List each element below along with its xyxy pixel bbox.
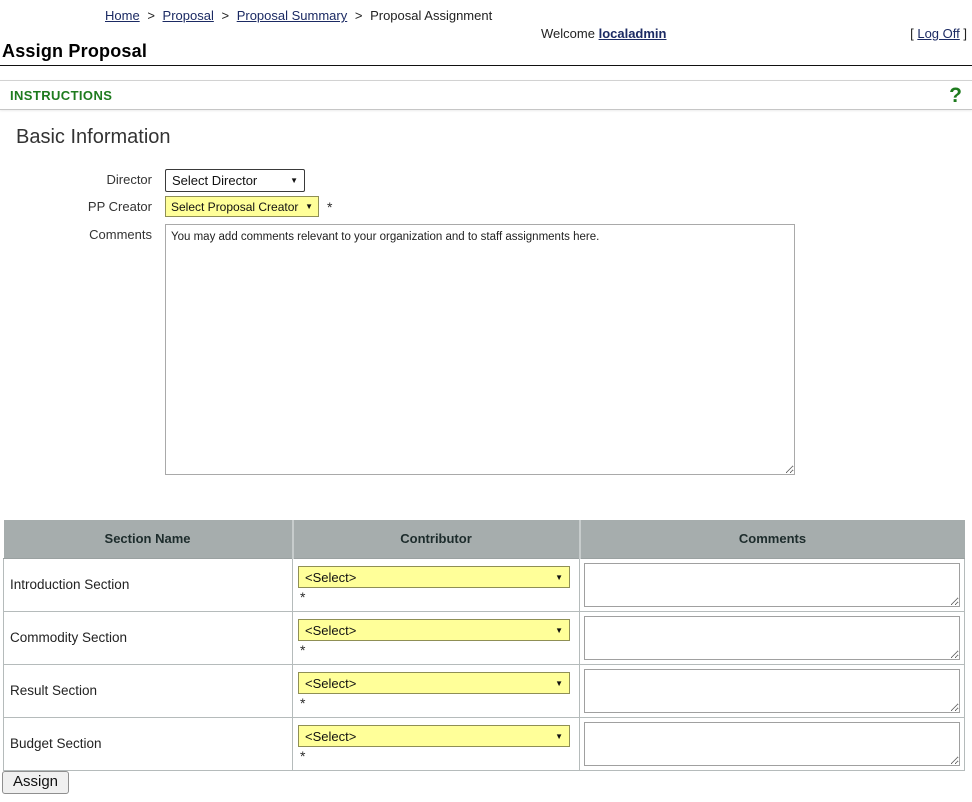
row-comments-cell: [580, 664, 965, 717]
table-row: Commodity Section <Select> ▼ *: [4, 611, 965, 664]
assign-button[interactable]: Assign: [2, 771, 69, 794]
username-link[interactable]: localadmin: [599, 26, 667, 41]
row-comments-textarea[interactable]: [584, 563, 960, 607]
required-marker: *: [298, 694, 579, 711]
director-select[interactable]: Select Director ▼: [165, 169, 305, 192]
required-marker: *: [298, 641, 579, 658]
section-name-cell: Budget Section: [4, 717, 293, 770]
basic-information-heading: Basic Information: [16, 126, 171, 149]
dropdown-arrow-icon: ▼: [555, 626, 563, 635]
required-marker: *: [319, 196, 332, 215]
table-row: Budget Section <Select> ▼ *: [4, 717, 965, 770]
contributor-select-value: <Select>: [305, 729, 356, 744]
contributor-cell: <Select> ▼ *: [293, 611, 580, 664]
breadcrumb-separator: >: [351, 8, 367, 23]
page-title: Assign Proposal: [2, 41, 147, 62]
required-marker: *: [298, 588, 579, 605]
pp-creator-select-value: Select Proposal Creator: [171, 200, 298, 214]
breadcrumb-separator: >: [217, 8, 233, 23]
required-marker: *: [298, 747, 579, 764]
dropdown-arrow-icon: ▼: [555, 732, 563, 741]
column-header-contributor: Contributor: [293, 520, 580, 558]
table-header-row: Section Name Contributor Comments: [4, 520, 965, 558]
dropdown-arrow-icon: ▼: [555, 679, 563, 688]
breadcrumb-link-proposal[interactable]: Proposal: [163, 8, 214, 23]
dropdown-arrow-icon: ▼: [555, 573, 563, 582]
dropdown-arrow-icon: ▼: [290, 176, 298, 185]
title-divider: [0, 65, 972, 66]
comments-textarea[interactable]: You may add comments relevant to your or…: [165, 224, 795, 475]
section-name-cell: Introduction Section: [4, 558, 293, 611]
welcome-area: Welcome localadmin: [541, 26, 667, 41]
contributor-cell: <Select> ▼ *: [293, 664, 580, 717]
logoff-bracket-open: [: [910, 26, 914, 41]
dropdown-arrow-icon: ▼: [305, 202, 313, 211]
director-row: Director Select Director ▼: [0, 169, 305, 192]
breadcrumb-separator: >: [143, 8, 159, 23]
instructions-bar: INSTRUCTIONS ?: [0, 80, 972, 110]
contributor-select[interactable]: <Select> ▼: [298, 672, 570, 694]
row-comments-textarea[interactable]: [584, 722, 960, 766]
row-comments-textarea[interactable]: [584, 669, 960, 713]
breadcrumb-current-page: Proposal Assignment: [370, 8, 492, 23]
breadcrumb-link-home[interactable]: Home: [105, 8, 140, 23]
director-select-value: Select Director: [172, 173, 257, 188]
logoff-bracket-close: ]: [963, 26, 967, 41]
row-comments-textarea[interactable]: [584, 616, 960, 660]
table-row: Introduction Section <Select> ▼ *: [4, 558, 965, 611]
row-comments-cell: [580, 611, 965, 664]
comments-label: Comments: [0, 224, 165, 242]
pp-creator-row: PP Creator Select Proposal Creator ▼ *: [0, 196, 332, 217]
pp-creator-label: PP Creator: [0, 196, 165, 214]
assignment-table: Section Name Contributor Comments Introd…: [3, 520, 965, 771]
director-label: Director: [0, 169, 165, 187]
section-name-cell: Result Section: [4, 664, 293, 717]
column-header-section-name: Section Name: [4, 520, 293, 558]
table-row: Result Section <Select> ▼ *: [4, 664, 965, 717]
contributor-cell: <Select> ▼ *: [293, 717, 580, 770]
comments-row: Comments You may add comments relevant t…: [0, 224, 795, 475]
breadcrumb-link-proposal-summary[interactable]: Proposal Summary: [237, 8, 348, 23]
help-icon[interactable]: ?: [949, 85, 962, 106]
contributor-select[interactable]: <Select> ▼: [298, 566, 570, 588]
row-comments-cell: [580, 717, 965, 770]
column-header-comments: Comments: [580, 520, 965, 558]
contributor-select-value: <Select>: [305, 623, 356, 638]
pp-creator-select[interactable]: Select Proposal Creator ▼: [165, 196, 319, 217]
row-comments-cell: [580, 558, 965, 611]
contributor-select[interactable]: <Select> ▼: [298, 619, 570, 641]
contributor-cell: <Select> ▼ *: [293, 558, 580, 611]
logoff-area: [ Log Off ]: [910, 26, 967, 41]
instructions-label: INSTRUCTIONS: [10, 88, 112, 103]
breadcrumb: Home > Proposal > Proposal Summary > Pro…: [105, 8, 492, 23]
contributor-select-value: <Select>: [305, 570, 356, 585]
contributor-select-value: <Select>: [305, 676, 356, 691]
section-name-cell: Commodity Section: [4, 611, 293, 664]
logoff-link[interactable]: Log Off: [917, 26, 959, 41]
welcome-text: Welcome: [541, 26, 595, 41]
contributor-select[interactable]: <Select> ▼: [298, 725, 570, 747]
